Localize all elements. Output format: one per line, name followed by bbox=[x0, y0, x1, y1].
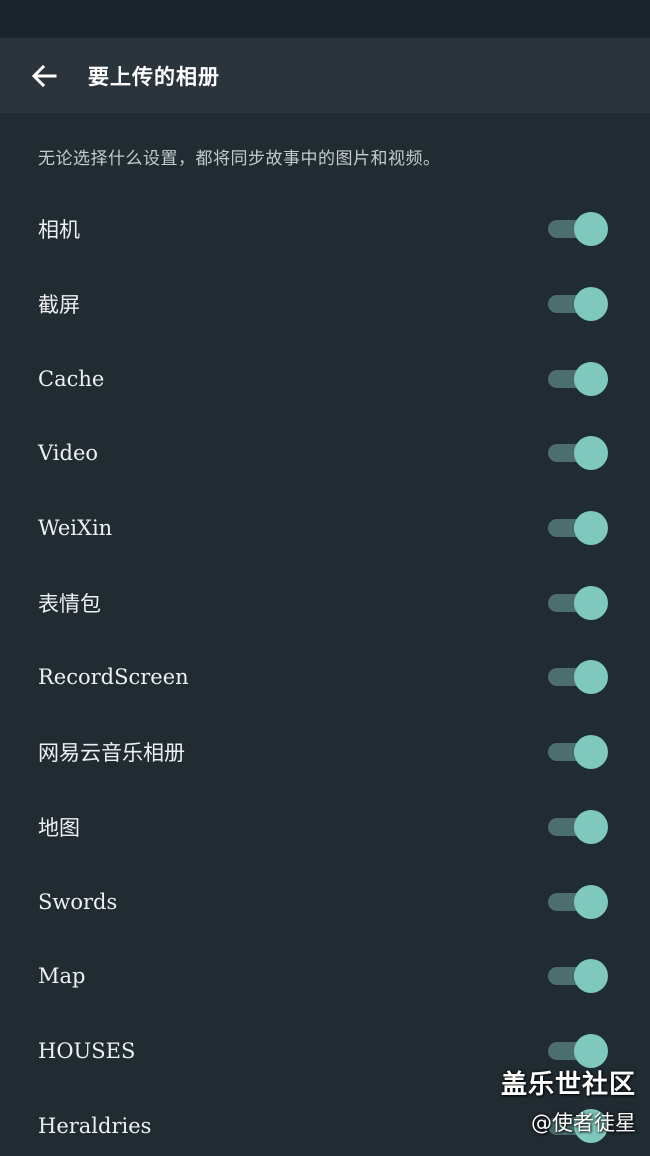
album-label: HOUSES bbox=[38, 1038, 136, 1063]
toggle-thumb bbox=[574, 809, 608, 844]
album-row[interactable]: 表情包 bbox=[0, 565, 650, 640]
album-label: RecordScreen bbox=[38, 665, 189, 690]
album-toggle[interactable] bbox=[548, 436, 608, 471]
album-row[interactable]: Cache bbox=[0, 341, 650, 416]
watermark: 盖乐世社区 @使者徒星 bbox=[501, 1064, 636, 1137]
album-label: Swords bbox=[38, 889, 118, 914]
album-label: 网易云音乐相册 bbox=[38, 741, 185, 766]
album-toggle[interactable] bbox=[548, 735, 608, 770]
status-bar bbox=[0, 0, 650, 38]
album-toggle[interactable] bbox=[548, 884, 608, 919]
album-label: Video bbox=[38, 441, 99, 466]
album-row[interactable]: Map bbox=[0, 939, 650, 1014]
album-toggle[interactable] bbox=[548, 1033, 608, 1068]
toggle-thumb bbox=[574, 660, 608, 695]
album-toggle[interactable] bbox=[548, 959, 608, 994]
album-label: 截屏 bbox=[38, 293, 80, 318]
album-row[interactable]: 地图 bbox=[0, 790, 650, 865]
toggle-thumb bbox=[574, 884, 608, 919]
toggle-thumb bbox=[574, 287, 608, 322]
watermark-brand: 盖乐世社区 bbox=[500, 1070, 636, 1100]
page-title: 要上传的相册 bbox=[88, 63, 220, 89]
screen: 要上传的相册 无论选择什么设置，都将同步故事中的图片和视频。 相机截屏 Cache… bbox=[0, 0, 650, 1156]
app-bar: 要上传的相册 bbox=[0, 38, 650, 113]
toggle-thumb bbox=[574, 585, 608, 620]
back-button[interactable] bbox=[0, 38, 88, 113]
album-row[interactable]: 截屏 bbox=[0, 267, 650, 342]
album-toggle[interactable] bbox=[548, 212, 608, 247]
album-label: WeiXin bbox=[38, 516, 113, 541]
toggle-thumb bbox=[574, 212, 608, 247]
album-row[interactable]: Swords bbox=[0, 864, 650, 939]
album-toggle[interactable] bbox=[548, 287, 608, 322]
toggle-thumb bbox=[574, 436, 608, 471]
album-list: 相机截屏 Cache Video WeiXin 表情包 RecordScreen 网易云音乐… bbox=[0, 192, 650, 1156]
album-label: Cache bbox=[38, 366, 105, 391]
toggle-thumb bbox=[574, 959, 608, 994]
album-row[interactable]: 网易云音乐相册 bbox=[0, 715, 650, 790]
album-row[interactable]: RecordScreen bbox=[0, 640, 650, 715]
toggle-thumb bbox=[574, 361, 608, 396]
album-label: 表情包 bbox=[38, 591, 101, 616]
sync-description: 无论选择什么设置，都将同步故事中的图片和视频。 bbox=[38, 149, 441, 169]
toggle-thumb bbox=[574, 735, 608, 770]
album-toggle[interactable] bbox=[548, 660, 608, 695]
album-row[interactable]: WeiXin bbox=[0, 491, 650, 566]
album-label: 相机 bbox=[38, 218, 80, 243]
toggle-thumb bbox=[574, 1033, 608, 1068]
album-toggle[interactable] bbox=[548, 361, 608, 396]
album-label: 地图 bbox=[38, 815, 80, 840]
toggle-thumb bbox=[574, 511, 608, 546]
album-label: Heraldries bbox=[38, 1113, 152, 1138]
album-label: Map bbox=[38, 964, 86, 989]
album-row[interactable]: Video bbox=[0, 416, 650, 491]
album-row[interactable]: 相机 bbox=[0, 192, 650, 267]
album-toggle[interactable] bbox=[548, 511, 608, 546]
watermark-author: @使者徒星 bbox=[531, 1111, 636, 1135]
arrow-left-icon bbox=[31, 64, 57, 87]
album-toggle[interactable] bbox=[548, 809, 608, 844]
album-toggle[interactable] bbox=[548, 585, 608, 620]
